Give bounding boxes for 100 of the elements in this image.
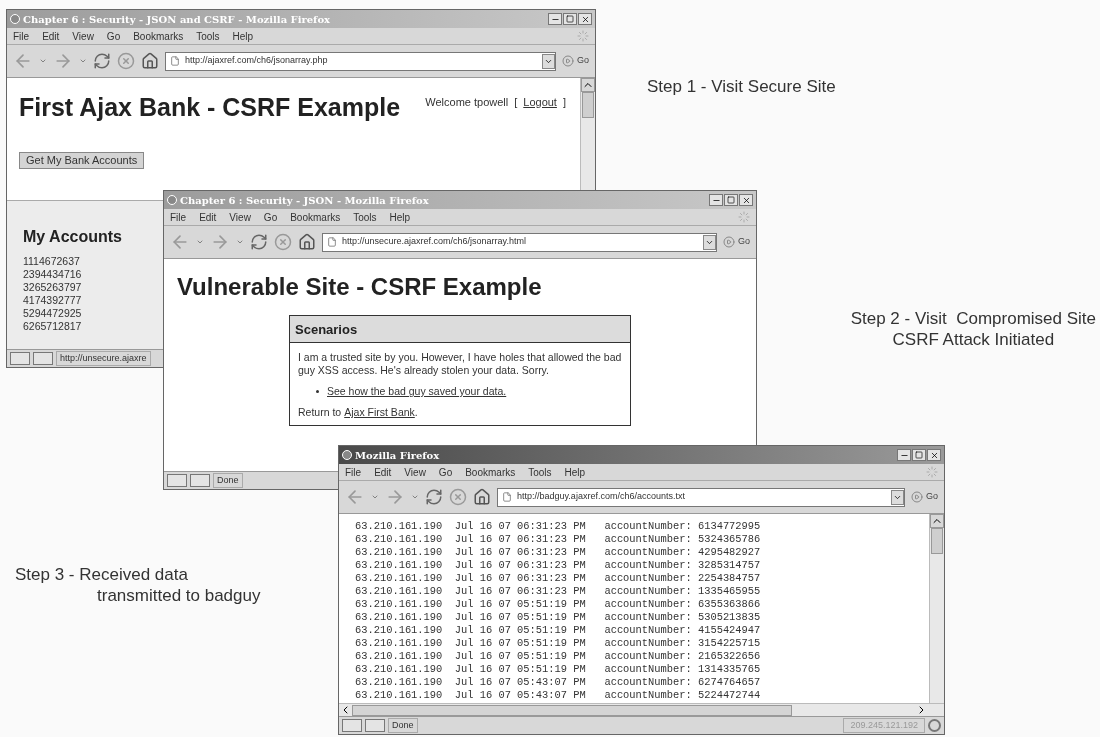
- menu-item[interactable]: Tools: [353, 209, 377, 225]
- scroll-up-icon[interactable]: [581, 78, 595, 92]
- log-line: 63.210.161.190 Jul 16 07 06:31:23 PM accountNumber: 6134772995: [355, 520, 762, 533]
- go-button[interactable]: Go: [723, 235, 750, 249]
- step-caption: CSRF Attack Initiated: [891, 329, 1056, 350]
- account-number: 1114672637: [23, 255, 80, 268]
- panel-text: I am a trusted site by you. However, I have holes that allowed the bad guy XSS access. He's already stolen your data. Sorry.: [298, 351, 622, 377]
- url-field[interactable]: http://ajaxref.com/ch6/jsonarray.php: [165, 51, 556, 71]
- status-icon[interactable]: [190, 474, 210, 487]
- close-button[interactable]: [578, 13, 592, 25]
- close-button[interactable]: [927, 449, 941, 461]
- log-line: 63.210.161.190 Jul 16 07 05:51:19 PM accountNumber: 2165322656: [355, 650, 762, 663]
- dropdown-button[interactable]: [891, 489, 904, 505]
- maximize-icon: [566, 15, 574, 23]
- bracket-text: [: [514, 95, 518, 110]
- stop-icon[interactable]: [449, 488, 467, 506]
- vertical-scrollbar[interactable]: [580, 78, 595, 190]
- dropdown-button[interactable]: [542, 53, 555, 69]
- page-heading: First Ajax Bank - CSRF Example: [19, 92, 401, 122]
- reload-icon[interactable]: [250, 233, 268, 251]
- menu-item[interactable]: Help: [232, 28, 254, 44]
- menu-item[interactable]: Edit: [374, 464, 392, 480]
- home-icon[interactable]: [473, 488, 491, 506]
- status-text: http://unsecure.ajaxre: [56, 350, 151, 367]
- reload-icon[interactable]: [93, 52, 111, 70]
- horizontal-scrollbar[interactable]: [339, 703, 944, 716]
- caret-icon[interactable]: [371, 493, 379, 501]
- scroll-up-icon[interactable]: [930, 514, 944, 528]
- menu-item[interactable]: Go: [263, 209, 278, 225]
- caret-icon[interactable]: [39, 57, 47, 65]
- maximize-button[interactable]: [563, 13, 577, 25]
- maximize-button[interactable]: [724, 194, 738, 206]
- menu-item[interactable]: Bookmarks: [133, 28, 184, 44]
- go-icon: [562, 55, 574, 67]
- menu-item[interactable]: Bookmarks: [290, 209, 341, 225]
- status-icon[interactable]: [10, 352, 30, 365]
- go-button[interactable]: Go: [562, 54, 589, 68]
- status-icon[interactable]: [342, 719, 362, 732]
- menu-item[interactable]: Tools: [196, 28, 220, 44]
- menu-item[interactable]: View: [404, 464, 426, 480]
- maximize-button[interactable]: [912, 449, 926, 461]
- account-number: 6265712817: [23, 320, 82, 333]
- vertical-scrollbar[interactable]: [929, 514, 944, 703]
- log-line: 63.210.161.190 Jul 16 07 06:31:23 PM accountNumber: 2254384757: [355, 572, 762, 585]
- step-caption: Step 3 - Received data: [15, 564, 189, 585]
- scroll-thumb[interactable]: [931, 528, 943, 554]
- bank-link[interactable]: Ajax First Bank: [344, 406, 415, 419]
- account-number: 5294472925: [23, 307, 82, 320]
- menu-item[interactable]: View: [72, 28, 94, 44]
- saved-data-link[interactable]: See how the bad guy saved your data.: [327, 385, 507, 398]
- caret-icon[interactable]: [411, 493, 419, 501]
- log-line: 63.210.161.190 Jul 16 07 05:43:07 PM accountNumber: 5224472744: [355, 689, 762, 702]
- status-text: Done: [213, 472, 243, 489]
- dropdown-button[interactable]: [703, 234, 716, 250]
- minimize-button[interactable]: [897, 449, 911, 461]
- close-icon: [580, 14, 590, 24]
- home-icon[interactable]: [141, 52, 159, 70]
- status-icon[interactable]: [33, 352, 53, 365]
- log-line: 63.210.161.190 Jul 16 07 05:51:19 PM accountNumber: 6355363866: [355, 598, 762, 611]
- bullet-icon: [316, 390, 319, 393]
- stop-icon[interactable]: [274, 233, 292, 251]
- account-number: 4174392777: [23, 294, 82, 307]
- go-button[interactable]: Go: [911, 490, 938, 504]
- window-title: Mozilla Firefox: [355, 448, 440, 463]
- url-field[interactable]: http://badguy.ajaxref.com/ch6/accounts.txt: [497, 487, 905, 507]
- status-text: Done: [388, 717, 418, 734]
- menu-item[interactable]: File: [345, 464, 362, 480]
- minimize-button[interactable]: [709, 194, 723, 206]
- url-field[interactable]: http://unsecure.ajaxref.com/ch6/jsonarray.html: [322, 232, 717, 252]
- menu-item[interactable]: File: [170, 209, 187, 225]
- status-icon[interactable]: [167, 474, 187, 487]
- menu-item[interactable]: Go: [438, 464, 453, 480]
- menu-item[interactable]: Help: [564, 464, 586, 480]
- close-icon: [741, 195, 751, 205]
- minimize-button[interactable]: [548, 13, 562, 25]
- home-icon[interactable]: [298, 233, 316, 251]
- caret-icon[interactable]: [79, 57, 87, 65]
- menu-item[interactable]: Go: [106, 28, 121, 44]
- reload-icon[interactable]: [425, 488, 443, 506]
- close-button[interactable]: [739, 194, 753, 206]
- menu-item[interactable]: View: [229, 209, 251, 225]
- menu-item[interactable]: File: [13, 28, 30, 44]
- scroll-thumb[interactable]: [352, 704, 792, 716]
- menu-item[interactable]: Help: [389, 209, 411, 225]
- menu-item[interactable]: Edit: [199, 209, 217, 225]
- stop-icon[interactable]: [117, 52, 135, 70]
- go-icon: [723, 236, 735, 248]
- log-line: 63.210.161.190 Jul 16 07 05:51:19 PM accountNumber: 3154225715: [355, 637, 762, 650]
- menu-item[interactable]: Edit: [42, 28, 60, 44]
- scroll-thumb[interactable]: [582, 92, 594, 118]
- log-line: 63.210.161.190 Jul 16 07 05:43:07 PM accountNumber: 6274764657: [355, 676, 762, 689]
- logout-link[interactable]: Logout: [523, 94, 557, 111]
- step-caption: Step 2 - Visit Compromised Site: [850, 308, 1096, 329]
- menu-item[interactable]: Bookmarks: [465, 464, 516, 480]
- status-icon[interactable]: [365, 719, 385, 732]
- get-accounts-button[interactable]: Get My Bank Accounts: [19, 152, 145, 169]
- log-line: 63.210.161.190 Jul 16 07 06:31:23 PM accountNumber: 4295482927: [355, 546, 762, 559]
- caret-icon[interactable]: [196, 238, 204, 246]
- caret-icon[interactable]: [236, 238, 244, 246]
- menu-item[interactable]: Tools: [528, 464, 552, 480]
